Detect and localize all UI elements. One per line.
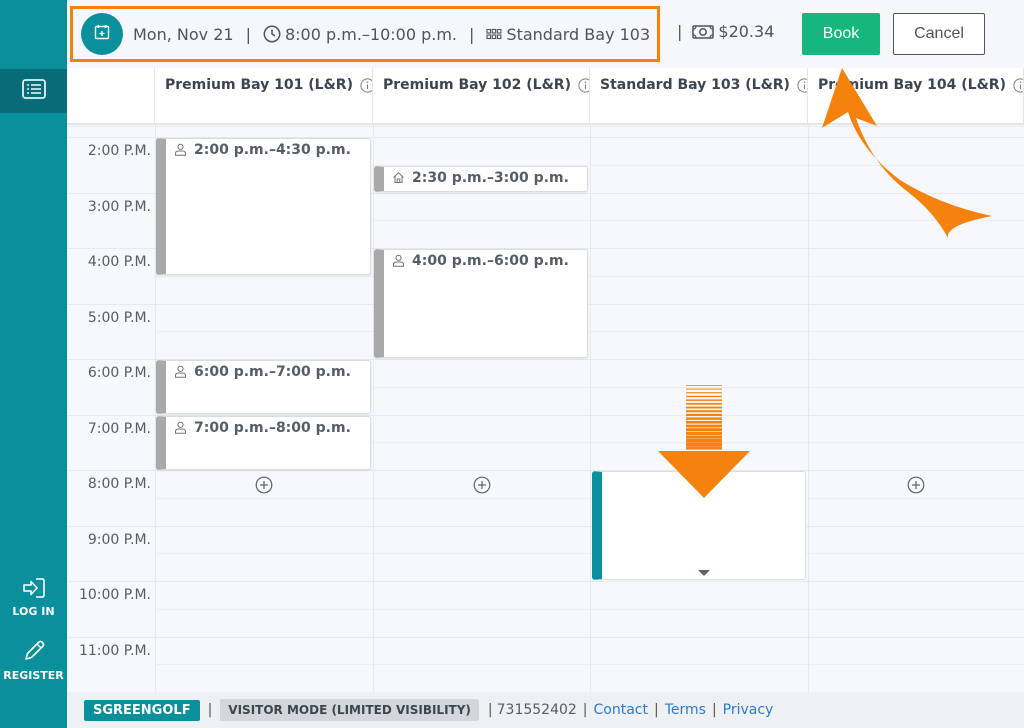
account-number: 731552402 xyxy=(496,702,577,718)
booking-time: 2:00 p.m.–4:30 p.m. xyxy=(194,142,351,158)
column-divider xyxy=(590,125,591,692)
column-title: Premium Bay 102 (L&R) xyxy=(383,77,571,93)
booking-block[interactable]: 6:00 p.m.–7:00 p.m. xyxy=(156,360,371,414)
time-column-header xyxy=(67,68,155,125)
privacy-link[interactable]: Privacy xyxy=(723,702,774,718)
sidebar-item-schedule[interactable] xyxy=(0,69,67,113)
hour-line xyxy=(67,526,1024,527)
time-label: 2:00 P.M. xyxy=(87,143,151,159)
footer: SGREENGOLF | VISITOR MODE (LIMITED VISIB… xyxy=(67,692,1024,728)
time-label: 3:00 P.M. xyxy=(87,199,151,215)
booking-block[interactable]: 4:00 p.m.–6:00 p.m. xyxy=(374,249,588,358)
separator: | xyxy=(469,24,475,44)
sidebar: LOG IN REGISTER xyxy=(0,0,67,728)
booking-block[interactable]: 2:00 p.m.–4:30 p.m. xyxy=(156,138,371,275)
hour-line xyxy=(67,581,1024,582)
time-label: 6:00 P.M. xyxy=(87,365,151,381)
grid-line xyxy=(67,126,1024,127)
separator: | xyxy=(487,702,493,718)
pencil-icon xyxy=(22,639,46,666)
calendar-add-icon xyxy=(94,24,110,44)
calendar-add-button[interactable] xyxy=(81,13,123,55)
time-label: 9:00 P.M. xyxy=(87,532,151,548)
info-icon[interactable] xyxy=(578,78,589,97)
resize-handle-icon[interactable] xyxy=(697,570,710,576)
time-label: 10:00 P.M. xyxy=(78,587,151,603)
sidebar-item-register[interactable]: REGISTER xyxy=(0,639,67,682)
booking-summary: Mon, Nov 21 | 8:00 p.m.–10:00 p.m. | Sta… xyxy=(70,6,660,62)
column-title: Premium Bay 101 (L&R) xyxy=(165,77,353,93)
column-title: Standard Bay 103 (L&R) xyxy=(600,77,790,93)
info-icon[interactable] xyxy=(360,78,372,97)
brand-badge[interactable]: SGREENGOLF xyxy=(84,699,200,721)
contact-link[interactable]: Contact xyxy=(594,702,648,718)
booking-time: 2:30 p.m.–3:00 p.m. xyxy=(412,170,569,186)
price-value: $20.34 xyxy=(718,22,775,41)
list-icon xyxy=(21,79,46,103)
booking-time: 6:00 p.m.–7:00 p.m. xyxy=(194,364,351,380)
schedule-grid: Premium Bay 101 (L&R) Premium Bay 102 (L… xyxy=(67,68,1024,692)
summary-price: | $20.34 xyxy=(677,22,774,41)
column-divider xyxy=(373,125,374,692)
separator: | xyxy=(207,702,213,718)
cancel-button[interactable]: Cancel xyxy=(893,13,985,55)
person-icon xyxy=(174,365,187,378)
column-header-bay-104: Premium Bay 104 (L&R) xyxy=(808,68,1024,125)
plus-circle-icon xyxy=(907,476,925,494)
info-icon[interactable] xyxy=(1013,78,1023,97)
column-header-bay-101: Premium Bay 101 (L&R) xyxy=(155,68,373,125)
separator: | xyxy=(245,24,251,44)
add-booking-button[interactable] xyxy=(907,476,925,494)
column-header-bay-102: Premium Bay 102 (L&R) xyxy=(373,68,590,125)
hour-line xyxy=(67,637,1024,638)
bay-grid-icon xyxy=(486,28,502,40)
column-divider xyxy=(808,125,809,692)
booking-time: 4:00 p.m.–6:00 p.m. xyxy=(412,253,569,269)
separator: | xyxy=(582,702,588,718)
summary-date: Mon, Nov 21 xyxy=(133,24,234,44)
column-header-bay-103: Standard Bay 103 (L&R) xyxy=(590,68,808,125)
add-booking-button[interactable] xyxy=(473,476,491,494)
money-icon xyxy=(692,24,715,40)
login-label: LOG IN xyxy=(12,605,55,618)
info-icon[interactable] xyxy=(797,78,807,97)
plus-circle-icon xyxy=(473,476,490,494)
column-title: Premium Bay 104 (L&R) xyxy=(818,77,1006,93)
plus-circle-icon xyxy=(255,476,273,494)
home-icon xyxy=(392,171,405,184)
book-button[interactable]: Book xyxy=(802,13,880,55)
separator: | xyxy=(677,22,683,41)
hour-line xyxy=(67,470,1024,471)
login-icon xyxy=(22,577,46,602)
summary-bay: Standard Bay 103 ... xyxy=(506,24,660,44)
terms-link[interactable]: Terms xyxy=(665,702,706,718)
selected-slot[interactable] xyxy=(592,471,806,580)
add-booking-button[interactable] xyxy=(255,476,273,494)
person-icon xyxy=(174,421,187,434)
booking-block[interactable]: 2:30 p.m.–3:00 p.m. xyxy=(374,166,588,192)
booking-toolbar: Mon, Nov 21 | 8:00 p.m.–10:00 p.m. | Sta… xyxy=(67,0,1024,68)
separator: | xyxy=(711,702,717,718)
booking-block[interactable]: 7:00 p.m.–8:00 p.m. xyxy=(156,416,371,470)
time-label: 7:00 P.M. xyxy=(87,421,151,437)
clock-icon xyxy=(263,25,281,43)
time-label: 5:00 P.M. xyxy=(87,310,151,326)
person-icon xyxy=(174,143,187,156)
register-label: REGISTER xyxy=(3,669,64,682)
visitor-mode-badge: VISITOR MODE (LIMITED VISIBILITY) xyxy=(220,699,479,721)
separator: | xyxy=(653,702,659,718)
time-label: 4:00 P.M. xyxy=(87,254,151,270)
booking-time: 7:00 p.m.–8:00 p.m. xyxy=(194,420,351,436)
time-label: 11:00 P.M. xyxy=(78,643,151,659)
person-icon xyxy=(392,254,405,267)
time-label: 8:00 P.M. xyxy=(87,476,151,492)
summary-time: 8:00 p.m.–10:00 p.m. xyxy=(284,24,458,44)
sidebar-item-login[interactable]: LOG IN xyxy=(0,577,67,618)
